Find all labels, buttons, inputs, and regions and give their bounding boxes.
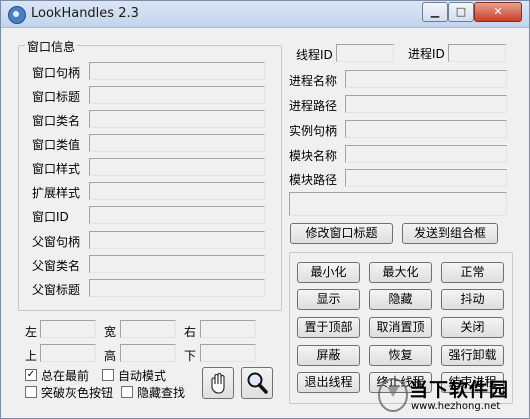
width-label: 宽 bbox=[104, 325, 117, 339]
magnifier-icon bbox=[247, 372, 268, 394]
minimize-button[interactable]: 最小化 bbox=[297, 262, 360, 283]
normal-button[interactable]: 正常 bbox=[441, 262, 504, 283]
width-field[interactable] bbox=[120, 320, 176, 338]
watermark-url: www.hezhong.net bbox=[411, 401, 501, 412]
window-style-label: 窗口样式 bbox=[32, 162, 81, 176]
unset-top-button[interactable]: 取消置顶 bbox=[369, 317, 432, 338]
hidden-search-checkbox[interactable] bbox=[121, 386, 133, 398]
module-path-field[interactable] bbox=[345, 169, 507, 187]
break-grey-button-label: 突破灰色按钮 bbox=[41, 386, 114, 400]
window-title: LookHandles 2.3 bbox=[31, 6, 139, 21]
close-target-button[interactable]: 关闭 bbox=[441, 317, 504, 338]
window-class-name-field[interactable] bbox=[89, 110, 265, 128]
process-id-field[interactable] bbox=[448, 44, 506, 62]
module-name-label: 模块名称 bbox=[289, 149, 338, 163]
extended-style-field[interactable] bbox=[89, 182, 265, 200]
right-label: 右 bbox=[184, 325, 197, 339]
parent-title-label: 父窗标题 bbox=[32, 283, 81, 297]
height-field[interactable] bbox=[120, 344, 176, 362]
maximize-button[interactable]: 最大化 bbox=[369, 262, 432, 283]
top-field[interactable] bbox=[40, 344, 96, 362]
process-name-field[interactable] bbox=[345, 70, 507, 88]
hide-button[interactable]: 隐藏 bbox=[369, 289, 432, 310]
window-style-field[interactable] bbox=[89, 158, 265, 176]
exit-thread-button[interactable]: 退出线程 bbox=[297, 372, 360, 393]
set-top-button[interactable]: 置于顶部 bbox=[297, 317, 360, 338]
parent-class-field[interactable] bbox=[89, 255, 265, 273]
minimize-window-button[interactable]: ▁ bbox=[422, 2, 448, 22]
left-field[interactable] bbox=[40, 320, 96, 338]
auto-mode-label: 自动模式 bbox=[118, 369, 167, 383]
process-path-field[interactable] bbox=[345, 95, 507, 113]
maximize-window-button[interactable]: □ bbox=[448, 2, 474, 22]
magnifier-finder-button[interactable] bbox=[241, 367, 273, 399]
module-name-field[interactable] bbox=[345, 145, 507, 163]
bottom-field[interactable] bbox=[200, 344, 256, 362]
break-grey-button-checkbox[interactable] bbox=[25, 386, 37, 398]
parent-title-field[interactable] bbox=[89, 279, 265, 297]
edit-input[interactable] bbox=[289, 192, 507, 216]
window-info-group-label: 窗口信息 bbox=[25, 38, 78, 55]
parent-class-label: 父窗类名 bbox=[32, 259, 81, 273]
window-id-label: 窗口ID bbox=[32, 210, 69, 224]
thread-id-field[interactable] bbox=[336, 44, 394, 62]
window-title-field[interactable] bbox=[89, 86, 265, 104]
process-id-label: 进程ID bbox=[408, 47, 445, 61]
left-label: 左 bbox=[25, 325, 38, 339]
always-on-top-checkbox[interactable]: ✓ bbox=[25, 369, 37, 381]
module-path-label: 模块路径 bbox=[289, 173, 338, 187]
shake-button[interactable]: 抖动 bbox=[441, 289, 504, 310]
auto-mode-checkbox[interactable] bbox=[102, 369, 114, 381]
window-title-label: 窗口标题 bbox=[32, 90, 81, 104]
send-to-combo-button[interactable]: 发送到组合框 bbox=[402, 223, 498, 244]
height-label: 高 bbox=[104, 349, 117, 363]
modify-title-button[interactable]: 修改窗口标题 bbox=[290, 223, 393, 244]
force-unload-button[interactable]: 强行卸载 bbox=[441, 345, 504, 366]
top-label: 上 bbox=[25, 349, 38, 363]
watermark: 当下软件园 www.hezhong.net bbox=[377, 375, 525, 417]
window-class-value-label: 窗口类值 bbox=[32, 138, 81, 152]
hand-finder-button[interactable] bbox=[202, 367, 234, 399]
window-class-value-field[interactable] bbox=[89, 134, 265, 152]
right-field[interactable] bbox=[200, 320, 256, 338]
hidden-search-label: 隐藏查找 bbox=[137, 386, 186, 400]
bottom-label: 下 bbox=[184, 349, 197, 363]
instance-handle-field[interactable] bbox=[345, 120, 507, 138]
process-path-label: 进程路径 bbox=[289, 99, 338, 113]
window-id-field[interactable] bbox=[89, 206, 265, 224]
thread-id-label: 线程ID bbox=[296, 48, 333, 62]
app-icon bbox=[8, 6, 26, 24]
restore-button[interactable]: 恢复 bbox=[369, 345, 432, 366]
watermark-logo-icon bbox=[378, 378, 408, 412]
window-handle-field[interactable] bbox=[89, 62, 265, 80]
hand-icon bbox=[211, 372, 225, 394]
always-on-top-label: 总在最前 bbox=[41, 369, 90, 383]
process-name-label: 进程名称 bbox=[289, 74, 338, 88]
title-bar: LookHandles 2.3 ▁ □ ✕ bbox=[1, 1, 529, 28]
window-handle-label: 窗口句柄 bbox=[32, 66, 81, 80]
mask-button[interactable]: 屏蔽 bbox=[297, 345, 360, 366]
show-button[interactable]: 显示 bbox=[297, 289, 360, 310]
app-window: LookHandles 2.3 ▁ □ ✕ 窗口信息 窗口句柄 窗口标题 窗口类… bbox=[0, 0, 530, 419]
close-window-button[interactable]: ✕ bbox=[474, 2, 522, 22]
parent-handle-field[interactable] bbox=[89, 231, 265, 249]
window-class-name-label: 窗口类名 bbox=[32, 114, 81, 128]
extended-style-label: 扩展样式 bbox=[32, 186, 81, 200]
instance-handle-label: 实例句柄 bbox=[289, 124, 338, 138]
parent-handle-label: 父窗句柄 bbox=[32, 235, 81, 249]
watermark-text: 当下软件园 bbox=[409, 379, 510, 401]
